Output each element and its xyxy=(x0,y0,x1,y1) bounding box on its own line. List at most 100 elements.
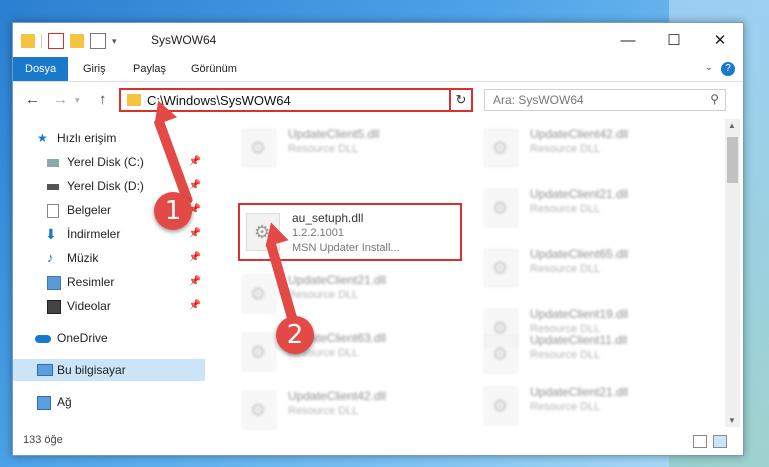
file-version: 1.2.2.1001 xyxy=(292,227,344,239)
back-button[interactable]: ← xyxy=(25,91,40,108)
computer-icon xyxy=(37,364,53,376)
file-name: UpdateClient11.dll xyxy=(530,333,628,347)
new-folder-icon[interactable] xyxy=(70,34,84,48)
file-name: UpdateClient65.dll xyxy=(530,247,629,261)
dll-file-icon xyxy=(484,249,518,287)
list-item[interactable]: UpdateClient65.dll Resource DLL xyxy=(480,243,700,293)
search-input[interactable]: Ara: SysWOW64 ⚲ xyxy=(484,89,726,111)
tab-view[interactable]: Görünüm xyxy=(191,57,237,81)
file-type: Resource DLL xyxy=(288,143,359,155)
sidebar-item-label: OneDrive xyxy=(57,331,108,345)
sidebar-item-videos[interactable]: Videolar 📌 xyxy=(13,295,205,317)
list-item[interactable]: UpdateClient63.dll Resource DLL xyxy=(238,327,458,377)
sidebar-item-label: Resimler xyxy=(67,275,115,289)
dll-file-icon xyxy=(242,391,276,429)
scroll-up-icon[interactable]: ▲ xyxy=(728,121,736,130)
sidebar-item-label: Hızlı erişim xyxy=(57,131,117,145)
dll-file-icon xyxy=(484,335,518,373)
tab-home[interactable]: Giriş xyxy=(83,57,106,81)
sidebar-item-label: Yerel Disk (C:) xyxy=(67,155,144,169)
pin-icon[interactable]: 📌 xyxy=(189,295,201,317)
qat-dropdown-icon[interactable]: ▾ xyxy=(112,36,117,47)
pin-icon[interactable]: 📌 xyxy=(189,223,201,245)
sidebar-item-pictures[interactable]: Resimler 📌 xyxy=(13,271,205,293)
refresh-button[interactable]: ↻ xyxy=(449,88,473,112)
file-name: UpdateClient21.dll xyxy=(530,385,629,399)
network-icon xyxy=(37,396,51,410)
documents-icon xyxy=(47,204,59,218)
details-view-icon[interactable] xyxy=(693,435,707,448)
dll-file-icon xyxy=(484,189,518,227)
sidebar-item-label: Bu bilgisayar xyxy=(57,363,126,377)
file-name: UpdateClient5.dll xyxy=(288,127,380,141)
pictures-icon xyxy=(47,276,61,290)
list-item[interactable]: UpdateClient21.dll Resource DLL xyxy=(238,269,458,319)
minimize-button[interactable]: — xyxy=(605,23,651,57)
title-bar: ▾ SysWOW64 — ☐ ✕ xyxy=(13,23,743,57)
sidebar-item-label: Belgeler xyxy=(67,203,112,217)
customize-icon[interactable] xyxy=(90,33,106,49)
file-type: Resource DLL xyxy=(288,405,359,417)
sidebar-item-music[interactable]: ♪ Müzik 📌 xyxy=(13,247,205,269)
drive-icon xyxy=(47,159,59,167)
list-item[interactable]: UpdateClient11.dll Resource DLL xyxy=(480,329,700,379)
star-icon: ★ xyxy=(37,131,48,145)
cloud-icon xyxy=(35,335,51,343)
quick-access-toolbar: ▾ xyxy=(21,33,117,49)
pin-icon[interactable]: 📌 xyxy=(189,271,201,293)
file-name: au_setuph.dll xyxy=(292,211,364,225)
folder-icon xyxy=(21,34,35,48)
folder-icon xyxy=(127,94,141,106)
music-icon: ♪ xyxy=(47,250,54,265)
expand-ribbon-icon[interactable]: ⌄ xyxy=(705,62,713,73)
file-list: UpdateClient5.dll Resource DLL UpdateCli… xyxy=(218,119,723,429)
sidebar-item-onedrive[interactable]: OneDrive xyxy=(13,327,205,349)
file-description: MSN Updater Install... xyxy=(292,242,400,254)
dll-file-icon xyxy=(242,275,276,313)
search-icon: ⚲ xyxy=(710,92,719,106)
file-type: Resource DLL xyxy=(530,349,601,361)
step-badge-2: 2 xyxy=(276,316,314,354)
help-icon[interactable]: ? xyxy=(721,62,735,76)
list-item[interactable]: UpdateClient5.dll Resource DLL xyxy=(238,123,458,173)
sidebar-item-label: Yerel Disk (D:) xyxy=(67,179,144,193)
file-type: Resource DLL xyxy=(530,401,601,413)
file-name: UpdateClient42.dll xyxy=(530,127,629,141)
file-type: Resource DLL xyxy=(530,203,601,215)
list-item[interactable]: UpdateClient21.dll Resource DLL xyxy=(480,381,700,431)
videos-icon xyxy=(47,300,61,314)
forward-button[interactable]: → xyxy=(53,91,68,108)
properties-icon[interactable] xyxy=(48,33,64,49)
maximize-button[interactable]: ☐ xyxy=(651,23,697,57)
dll-file-icon xyxy=(484,387,518,425)
sidebar-item-network[interactable]: Ağ xyxy=(13,391,205,413)
close-button[interactable]: ✕ xyxy=(697,23,743,57)
scroll-down-icon[interactable]: ▼ xyxy=(728,416,736,425)
dll-file-icon xyxy=(242,333,276,371)
up-button[interactable]: ↑ xyxy=(99,91,107,108)
scroll-thumb[interactable] xyxy=(727,137,738,183)
large-icons-view-icon[interactable] xyxy=(713,435,727,448)
navigation-bar: ← → ▾ ↑ C:\Windows\SysWOW64 ▾ ↻ Ara: Sys… xyxy=(13,83,743,117)
file-name: UpdateClient42.dll xyxy=(288,389,387,403)
dll-file-icon xyxy=(242,129,276,167)
sidebar-item-quick-access[interactable]: ★ Hızlı erişim xyxy=(13,127,205,149)
download-icon: ⬇ xyxy=(45,226,57,242)
tab-file[interactable]: Dosya xyxy=(13,57,69,81)
list-item[interactable]: UpdateClient42.dll Resource DLL xyxy=(238,385,458,435)
list-item[interactable]: UpdateClient42.dll Resource DLL xyxy=(480,123,700,173)
explorer-window: ▾ SysWOW64 — ☐ ✕ Dosya Giriş Paylaş Görü… xyxy=(12,22,744,456)
file-type: Resource DLL xyxy=(288,289,359,301)
tab-share[interactable]: Paylaş xyxy=(133,57,166,81)
dll-file-icon xyxy=(484,129,518,167)
search-placeholder: Ara: SysWOW64 xyxy=(493,93,584,107)
drive-icon xyxy=(47,184,59,190)
list-item[interactable]: UpdateClient21.dll Resource DLL xyxy=(480,183,700,233)
file-type: Resource DLL xyxy=(530,263,601,275)
pin-icon[interactable]: 📌 xyxy=(189,247,201,269)
status-bar: 133 öğe xyxy=(13,429,743,453)
vertical-scrollbar[interactable]: ▲ ▼ xyxy=(725,119,740,427)
pin-icon[interactable]: 📌 xyxy=(189,151,201,173)
recent-locations-icon[interactable]: ▾ xyxy=(75,95,80,106)
sidebar-item-this-pc[interactable]: Bu bilgisayar xyxy=(13,359,205,381)
